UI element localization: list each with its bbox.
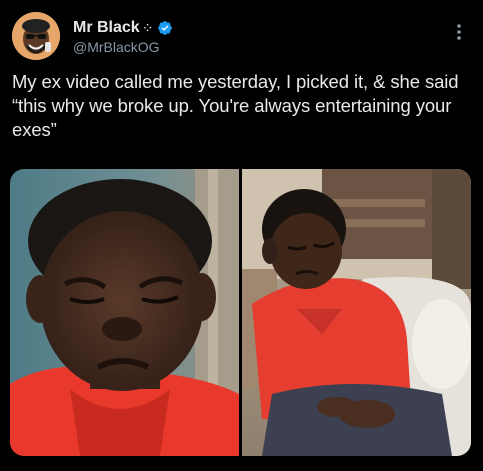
more-options-icon[interactable]: [449, 22, 469, 42]
author-handle[interactable]: @MrBlackOG: [73, 39, 173, 55]
post-text: My ex video called me yesterday, I picke…: [12, 71, 459, 140]
author-avatar[interactable]: [12, 12, 60, 60]
media-image-right[interactable]: [242, 169, 471, 456]
post-card: Mr Black ⁘ @MrBlackOG My ex video called…: [0, 0, 483, 471]
author-block: Mr Black ⁘ @MrBlackOG: [73, 18, 173, 55]
author-name-row: Mr Black ⁘: [73, 18, 173, 38]
media-grid: [10, 169, 471, 456]
author-name-glyph: ⁘: [141, 20, 154, 36]
author-display-name[interactable]: Mr Black: [73, 18, 140, 38]
avatar-illustration: [12, 12, 60, 60]
verified-badge-icon: [158, 21, 173, 35]
photo-crying-boy-closeup: [10, 169, 239, 456]
photo-boy-sitting: [242, 169, 471, 456]
media-image-left[interactable]: [10, 169, 239, 456]
